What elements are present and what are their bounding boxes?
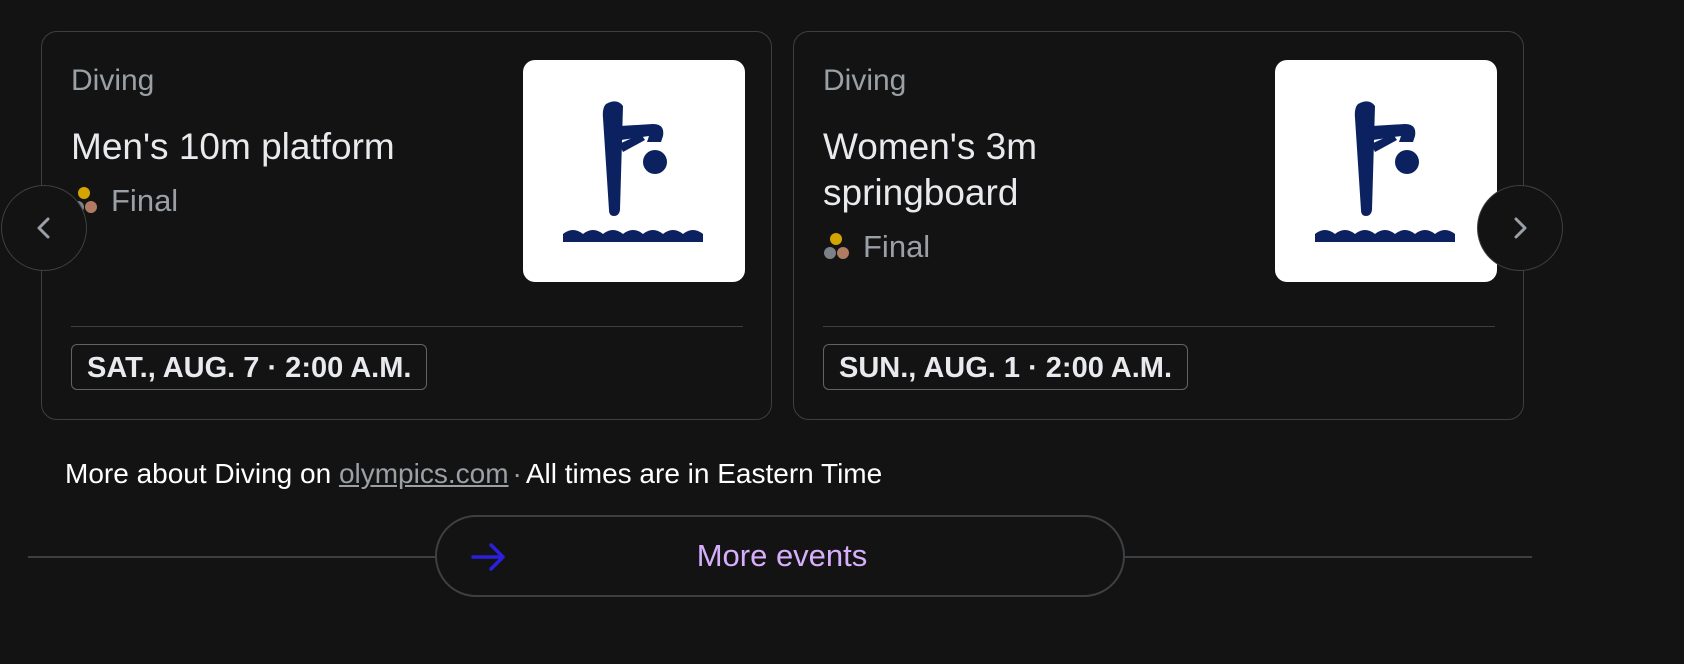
divider-right (1124, 556, 1532, 558)
source-note: More about Diving on olympics.com · All ti… (65, 458, 882, 490)
event-sport: Diving (823, 64, 907, 97)
event-datetime: SAT., AUG. 7 · 2:00 A.M. (71, 344, 428, 390)
more-events-label: More events (696, 538, 868, 573)
timezone-note: All times are in Eastern Time (525, 458, 883, 489)
carousel-prev-button[interactable] (1, 185, 87, 271)
event-phase: Final (71, 183, 178, 219)
event-card[interactable]: Diving Men's 10m platform Final SAT., AU… (41, 31, 772, 420)
carousel-next-button[interactable] (1477, 185, 1563, 271)
chevron-left-icon (37, 217, 50, 239)
event-sport: Diving (71, 64, 155, 97)
more-events-button[interactable]: More events (435, 515, 1125, 597)
footer-separator: · (512, 458, 522, 489)
medals-icon (823, 232, 851, 262)
diving-pictogram-icon (523, 60, 745, 282)
event-title: Men's 10m platform (71, 126, 395, 167)
event-datetime: SUN., AUG. 1 · 2:00 A.M. (823, 344, 1189, 390)
olympics-link[interactable]: olympics.com (339, 458, 509, 489)
event-phase: Final (823, 229, 930, 265)
event-card[interactable]: Diving Women's 3m springboard Final SUN.… (793, 31, 1524, 420)
card-divider (823, 326, 1495, 327)
arrow-right-icon (471, 543, 505, 571)
source-prefix: More about Diving on (65, 458, 332, 489)
card-divider (71, 326, 743, 327)
chevron-right-icon (1514, 217, 1527, 239)
event-phase-label: Final (863, 229, 931, 264)
diving-pictogram-icon (1275, 60, 1497, 282)
event-title: Women's 3m springboard (823, 126, 1038, 213)
event-phase-label: Final (111, 183, 179, 218)
divider-left (28, 556, 436, 558)
